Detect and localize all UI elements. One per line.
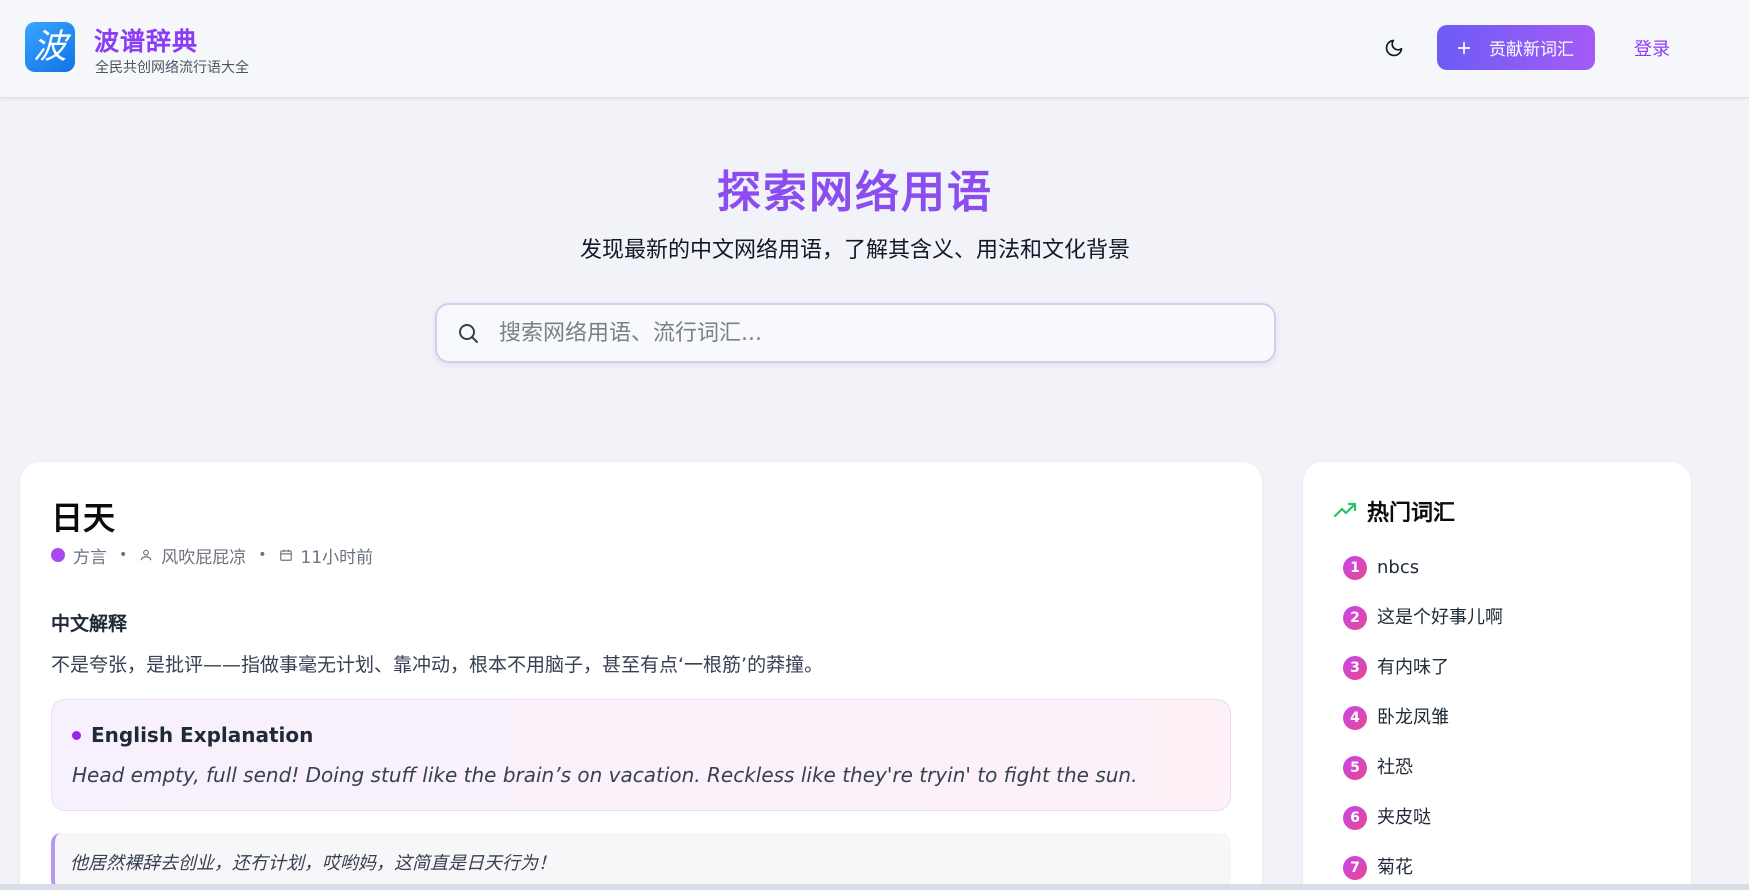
rank-badge: 5 — [1343, 756, 1367, 780]
meta-separator: • — [258, 547, 267, 563]
trending-item-label[interactable]: 菊花 — [1377, 856, 1413, 880]
rank-badge: 7 — [1343, 856, 1367, 880]
en-explanation-header: English Explanation — [72, 723, 313, 747]
trending-item-label[interactable]: 夹皮哒 — [1377, 806, 1431, 830]
trending-header: 热门词汇 — [1333, 495, 1455, 527]
trending-title: 热门词汇 — [1367, 501, 1456, 526]
hero-subtitle: 发现最新的中文网络用语，了解其含义、用法和文化背景 — [579, 238, 1130, 263]
search-icon — [459, 324, 478, 343]
trending-item[interactable]: 2 这是个好事儿啊 — [1343, 606, 1503, 656]
user-icon — [141, 549, 152, 561]
trending-list: 1 nbcs 2 这是个好事儿啊 3 有内味了 4 卧龙凤雏 5 社恐 6 夹皮… — [1343, 556, 1503, 890]
trending-up-icon — [1333, 502, 1357, 518]
trending-item[interactable]: 1 nbcs — [1343, 556, 1503, 606]
en-explanation-box — [51, 699, 1231, 811]
word-category[interactable]: 方言 — [73, 543, 107, 568]
trending-item[interactable]: 4 卧龙凤雏 — [1343, 706, 1503, 756]
rank-badge: 4 — [1343, 706, 1367, 730]
trending-item-label[interactable]: 卧龙凤雏 — [1377, 706, 1449, 730]
trending-item-label[interactable]: 有内味了 — [1377, 656, 1449, 680]
trending-item-label[interactable]: 社恐 — [1377, 756, 1413, 780]
rank-badge: 6 — [1343, 806, 1367, 830]
search-input[interactable] — [499, 320, 1239, 346]
en-explanation-text: Head empty, full send! Doing stuff like … — [72, 763, 1138, 787]
word-title[interactable]: 日天 — [51, 493, 115, 539]
login-link[interactable]: 登录 — [1634, 35, 1670, 61]
brand-subtitle: 全民共创网络流行语大全 — [95, 60, 249, 76]
rank-badge: 2 — [1343, 606, 1367, 630]
meta-separator: • — [119, 547, 128, 563]
theme-toggle-button[interactable] — [1380, 34, 1408, 62]
en-explanation-label: English Explanation — [91, 723, 314, 747]
cn-explanation-label: 中文解释 — [51, 613, 128, 635]
brand-title[interactable]: 波谱辞典 — [94, 22, 198, 58]
word-meta: 方言 • 风吹屁屁凉 • 11小时前 — [51, 543, 374, 568]
rank-badge: 1 — [1343, 556, 1367, 580]
site-logo[interactable]: 波 — [25, 22, 75, 72]
window-bottom-edge — [0, 884, 1749, 890]
trending-item[interactable]: 5 社恐 — [1343, 756, 1503, 806]
trending-item[interactable]: 3 有内味了 — [1343, 656, 1503, 706]
calendar-icon — [279, 549, 292, 561]
trending-item-label[interactable]: 这是个好事儿啊 — [1377, 606, 1503, 630]
example-sentence: 他居然裸辞去创业，还冇计划，哎哟妈，这简直是日天行为！ — [70, 853, 556, 874]
trending-item-label[interactable]: nbcs — [1377, 556, 1419, 580]
cn-explanation-text: 不是夸张，是批评——指做事毫无计划、靠冲动，根本不用脑子，甚至有点‘一根筋’的莽… — [51, 654, 824, 676]
rank-badge: 3 — [1343, 656, 1367, 680]
plus-icon — [1457, 41, 1471, 54]
hero-title: 探索网络用语 — [717, 167, 993, 218]
trending-item[interactable]: 6 夹皮哒 — [1343, 806, 1503, 856]
search-bar — [435, 303, 1276, 363]
en-bullet-icon — [72, 730, 81, 740]
moon-icon — [1385, 39, 1403, 57]
top-header: 波 波谱辞典 全民共创网络流行语大全 贡献新词汇 登录 — [0, 0, 1749, 98]
contribute-word-button[interactable]: 贡献新词汇 — [1437, 25, 1595, 70]
word-time: 11小时前 — [300, 547, 374, 568]
word-author[interactable]: 风吹屁屁凉 — [161, 543, 246, 568]
category-dot — [51, 548, 65, 562]
contribute-label: 贡献新词汇 — [1489, 40, 1574, 60]
